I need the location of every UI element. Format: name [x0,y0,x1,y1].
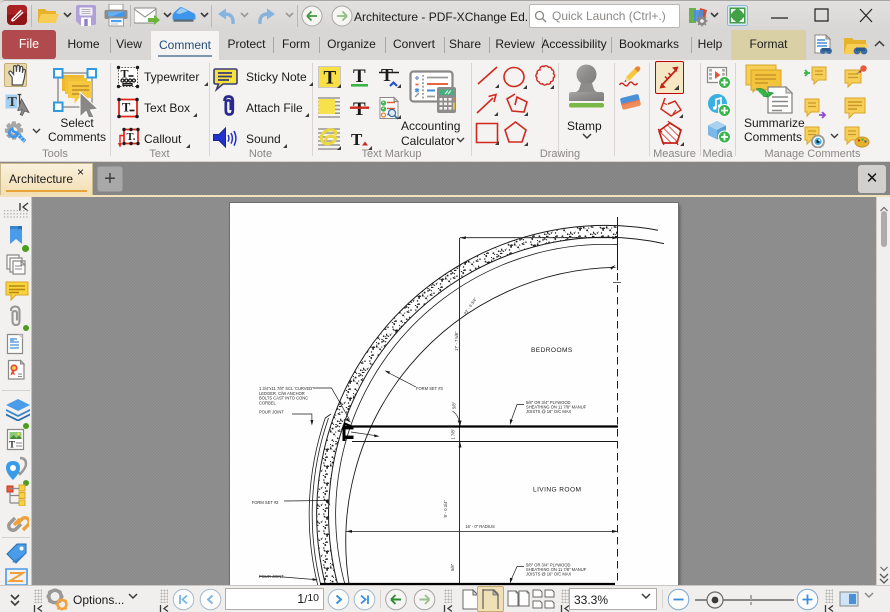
svg-text:POUR JOINT: POUR JOINT [259,574,284,579]
svg-text:CORBEL: CORBEL [259,400,277,405]
svg-text:T: T [121,67,129,81]
svg-text:5/8": 5/8" [452,401,457,409]
svg-text:POUR JOINT: POUR JOINT [259,410,284,415]
svg-text:T: T [351,130,363,149]
svg-text:LIVING ROOM: LIVING ROOM [533,487,581,494]
svg-text:T: T [353,99,366,120]
svg-text:T: T [324,68,337,89]
svg-text:JOISTS @ 16" O/C MAX: JOISTS @ 16" O/C MAX [526,409,571,414]
svg-text:9' - 0 3/4": 9' - 0 3/4" [443,500,448,518]
svg-text:FORM SET #2: FORM SET #2 [252,500,279,505]
svg-text:17' - 7 5/8": 17' - 7 5/8" [454,331,459,351]
svg-text:T: T [381,65,393,85]
svg-text:16' - 0" RADIUS: 16' - 0" RADIUS [465,524,495,529]
svg-text:T: T [8,95,18,110]
svg-text:23' - 9 3/4": 23' - 9 3/4" [463,296,478,315]
svg-text:1 7/8": 1 7/8" [451,428,456,439]
svg-text:BEDROOMS: BEDROOMS [531,347,573,354]
svg-text:T: T [122,101,131,115]
svg-text:T: T [353,66,366,87]
svg-text:JOISTS @ 16" O/C MAX: JOISTS @ 16" O/C MAX [526,572,571,577]
svg-text:T.: T. [127,132,136,143]
svg-text:T: T [9,440,15,450]
svg-text:FORM SET #3: FORM SET #3 [416,386,443,391]
svg-text:5/8": 5/8" [450,563,455,571]
